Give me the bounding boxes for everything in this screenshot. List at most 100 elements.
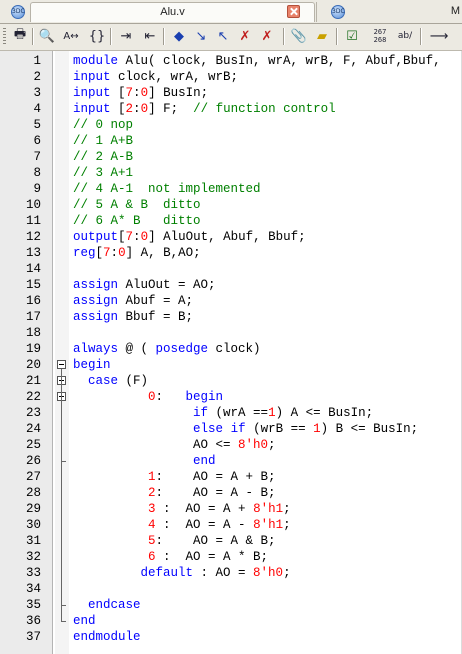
toolbar-separator bbox=[110, 28, 112, 45]
code-line[interactable]: 4 : AO = A - 8'h1; bbox=[73, 517, 291, 533]
fold-guide-end bbox=[61, 621, 66, 622]
checklist-icon[interactable]: ☑ bbox=[343, 27, 361, 45]
fold-margin bbox=[55, 51, 69, 654]
line-number: 18 bbox=[25, 326, 41, 340]
fold-guide bbox=[61, 369, 62, 621]
line-number: 24 bbox=[25, 422, 41, 436]
code-line[interactable]: AO <= 8'h0; bbox=[73, 437, 276, 453]
code-line[interactable]: assign Abuf = A; bbox=[73, 293, 193, 309]
line-number: 32 bbox=[25, 550, 41, 564]
line-number: 31 bbox=[25, 534, 41, 548]
code-line[interactable]: else if (wrB == 1) B <= BusIn; bbox=[73, 421, 418, 437]
code-line[interactable]: // 1 A+B bbox=[73, 133, 133, 149]
prev-bookmark-icon[interactable]: ↖ bbox=[214, 27, 232, 45]
word-wrap-label: ab/ bbox=[397, 31, 413, 41]
clear-bookmark-icon[interactable]: ✗ bbox=[236, 27, 254, 45]
line-number: 22 bbox=[25, 390, 41, 404]
print-icon[interactable]: 🖶 bbox=[11, 27, 29, 45]
line-number: 16 bbox=[25, 294, 41, 308]
line-number: 34 bbox=[25, 582, 41, 596]
code-line[interactable]: // 0 nop bbox=[73, 117, 133, 133]
line-number: 19 bbox=[25, 342, 41, 356]
brace-match-icon[interactable]: {} bbox=[88, 27, 106, 45]
code-line[interactable]: input [2:0] F; // function control bbox=[73, 101, 336, 117]
indent-icon[interactable]: ⇥ bbox=[117, 27, 135, 45]
tab-alu-v[interactable]: Alu.v bbox=[30, 2, 315, 22]
code-line[interactable]: case (F) bbox=[73, 373, 148, 389]
code-line[interactable]: end bbox=[73, 613, 96, 629]
word-wrap-icon[interactable]: ab/ bbox=[395, 27, 415, 45]
code-line[interactable]: 2: AO = A - B; bbox=[73, 485, 276, 501]
code-line[interactable]: input clock, wrA, wrB; bbox=[73, 69, 238, 85]
bookmark-icon[interactable]: ◆ bbox=[170, 27, 188, 45]
toolbar: 🖶 🔍 A↔ {} ⇥ ⇤ ◆ ↘ ↖ ✗ ✗ 📎 ▰ ☑ 267 268 ab… bbox=[0, 24, 462, 51]
line-number: 9 bbox=[33, 182, 41, 196]
toolbar-grip[interactable] bbox=[3, 28, 6, 45]
replace-icon[interactable]: A↔ bbox=[62, 27, 80, 45]
code-line[interactable]: module Alu( clock, BusIn, wrA, wrB, F, A… bbox=[73, 53, 441, 69]
highlighter-icon[interactable]: ▰ bbox=[313, 27, 331, 45]
toolbar-separator bbox=[283, 28, 285, 45]
line-number: 29 bbox=[25, 502, 41, 516]
line-number-bottom: 268 bbox=[373, 36, 387, 44]
close-tab-icon[interactable] bbox=[287, 5, 300, 18]
code-line[interactable]: // 6 A* B ditto bbox=[73, 213, 201, 229]
code-line[interactable]: 6 : AO = A * B; bbox=[73, 549, 268, 565]
toolbar-separator bbox=[420, 28, 422, 45]
line-number: 7 bbox=[33, 150, 41, 164]
code-editor[interactable]: 1 module Alu( clock, BusIn, wrA, wrB, F, … bbox=[0, 51, 462, 654]
line-number: 37 bbox=[25, 630, 41, 644]
code-line[interactable]: 0: begin bbox=[73, 389, 223, 405]
run-icon[interactable]: ⟶ bbox=[430, 27, 449, 45]
line-number: 35 bbox=[25, 598, 41, 612]
line-number: 2 bbox=[33, 70, 41, 84]
code-line[interactable]: // 4 A-1 not implemented bbox=[73, 181, 261, 197]
code-line[interactable]: reg[7:0] A, B,AO; bbox=[73, 245, 201, 261]
line-number: 8 bbox=[33, 166, 41, 180]
code-line[interactable]: // 3 A+1 bbox=[73, 165, 133, 181]
clear-all-bookmarks-icon[interactable]: ✗ bbox=[258, 27, 276, 45]
code-line[interactable]: output[7:0] AluOut, Abuf, Bbuf; bbox=[73, 229, 306, 245]
line-number: 23 bbox=[25, 406, 41, 420]
code-line[interactable]: // 2 A-B bbox=[73, 149, 133, 165]
code-line[interactable]: assign AluOut = AO; bbox=[73, 277, 216, 293]
line-number: 10 bbox=[25, 198, 41, 212]
line-number: 21 bbox=[25, 374, 41, 388]
code-line[interactable]: 3 : AO = A + 8'h1; bbox=[73, 501, 291, 517]
code-line[interactable]: 5: AO = A & B; bbox=[73, 533, 276, 549]
line-number: 33 bbox=[25, 566, 41, 580]
attach-icon[interactable]: 📎 bbox=[290, 27, 308, 45]
line-number: 28 bbox=[25, 486, 41, 500]
line-number: 3 bbox=[33, 86, 41, 100]
toolbar-separator bbox=[336, 28, 338, 45]
line-number: 36 bbox=[25, 614, 41, 628]
code-line[interactable]: // 5 A & B ditto bbox=[73, 197, 201, 213]
line-number-top: 267 bbox=[373, 28, 387, 36]
document-icon: 3DC bbox=[11, 5, 25, 19]
line-number-icon[interactable]: 267 268 bbox=[369, 27, 391, 45]
code-line[interactable]: begin bbox=[73, 357, 111, 373]
tab-right-partial[interactable]: 3DC M bbox=[316, 2, 462, 22]
line-number: 12 bbox=[25, 230, 41, 244]
line-number: 17 bbox=[25, 310, 41, 324]
line-number: 25 bbox=[25, 438, 41, 452]
code-line[interactable]: endmodule bbox=[73, 629, 141, 645]
code-line[interactable]: default : AO = 8'h0; bbox=[73, 565, 291, 581]
code-line[interactable]: endcase bbox=[73, 597, 141, 613]
next-bookmark-icon[interactable]: ↘ bbox=[192, 27, 210, 45]
find-icon[interactable]: 🔍 bbox=[38, 27, 56, 45]
code-line[interactable]: 1: AO = A + B; bbox=[73, 469, 276, 485]
line-number: 11 bbox=[25, 214, 41, 228]
line-number: 26 bbox=[25, 454, 41, 468]
fold-collapse-icon[interactable] bbox=[57, 360, 66, 369]
code-line[interactable]: input [7:0] BusIn; bbox=[73, 85, 208, 101]
outdent-icon[interactable]: ⇤ bbox=[141, 27, 159, 45]
code-line[interactable]: always @ ( posedge clock) bbox=[73, 341, 261, 357]
tab-right-label: M bbox=[450, 5, 460, 17]
line-number: 4 bbox=[33, 102, 41, 116]
code-line[interactable]: assign Bbuf = B; bbox=[73, 309, 193, 325]
code-line[interactable]: end bbox=[73, 453, 216, 469]
tab-title: Alu.v bbox=[160, 6, 185, 18]
line-number: 6 bbox=[33, 134, 41, 148]
code-line[interactable]: if (wrA ==1) A <= BusIn; bbox=[73, 405, 373, 421]
